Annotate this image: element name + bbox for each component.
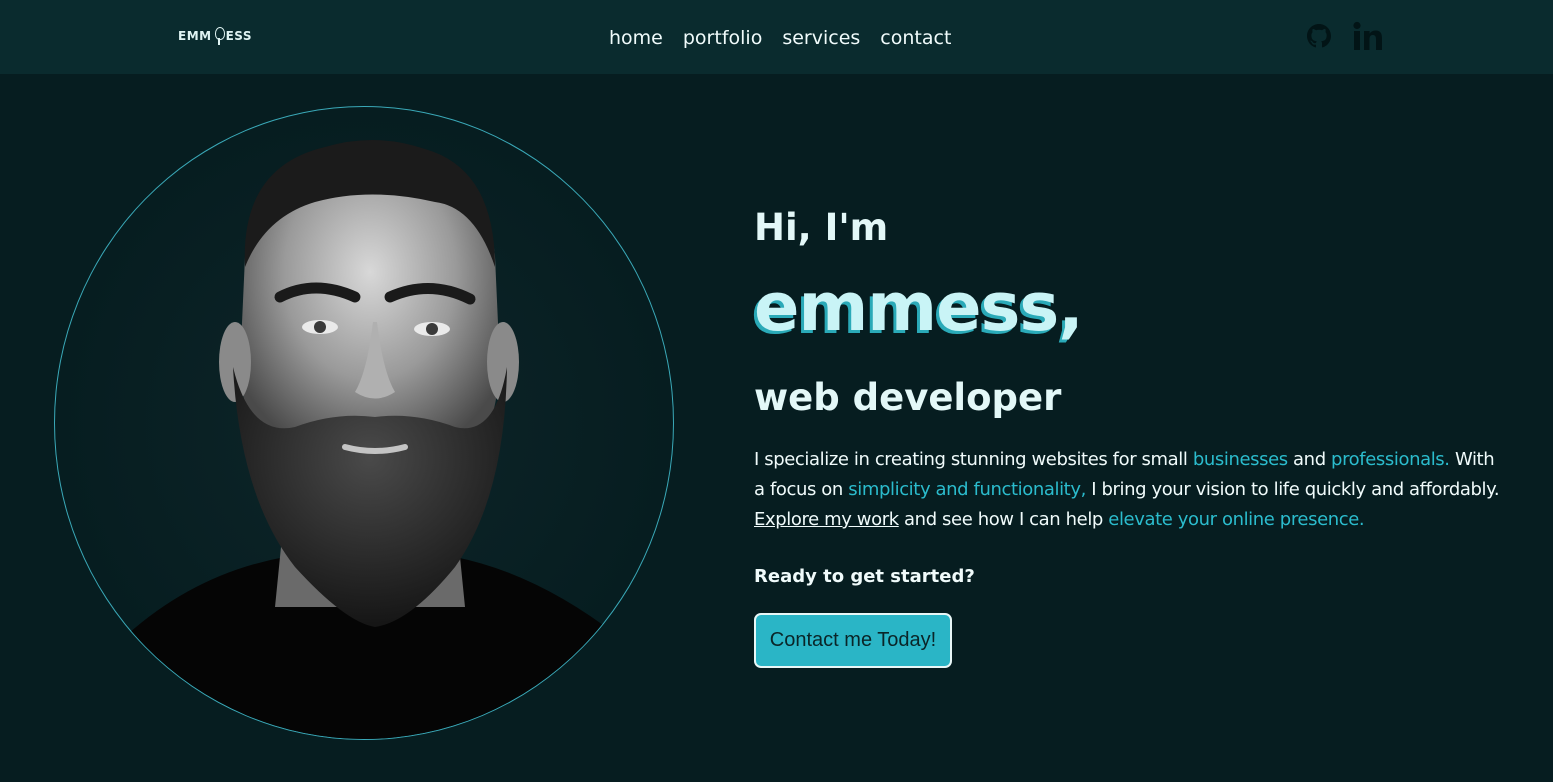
logo-text-left: EMM — [178, 29, 212, 43]
linkedin-icon[interactable] — [1352, 20, 1386, 52]
hero-greeting: Hi, I'm — [754, 206, 889, 249]
nav-services[interactable]: services — [782, 27, 860, 49]
intro-highlight: businesses — [1192, 449, 1288, 470]
github-icon[interactable] — [1306, 20, 1332, 52]
bulb-icon — [213, 27, 225, 45]
logo-text-right: ESS — [225, 29, 253, 43]
nav-home[interactable]: home — [609, 27, 663, 49]
contact-button[interactable]: Contact me Today! — [754, 613, 952, 668]
nav-portfolio[interactable]: portfolio — [683, 27, 762, 49]
site-logo[interactable]: EMM ESS — [178, 26, 252, 46]
site-header: EMM ESS home portfolio services contact — [0, 0, 1553, 74]
intro-text: I bring your vision to life quickly and … — [1085, 479, 1500, 500]
intro-text: and see how I can help — [898, 509, 1109, 530]
hero-name: emmess, — [754, 268, 1084, 346]
main-nav: home portfolio services contact — [609, 24, 951, 52]
nav-contact[interactable]: contact — [880, 27, 951, 49]
intro-highlight: simplicity and functionality, — [848, 479, 1086, 500]
intro-text: and — [1287, 449, 1332, 470]
intro-highlight: elevate your online presence. — [1108, 509, 1365, 530]
intro-text: I specialize in creating stunning websit… — [754, 449, 1193, 470]
explore-work-link[interactable]: Explore my work — [754, 509, 899, 530]
hero-intro: I specialize in creating stunning websit… — [754, 445, 1504, 535]
hero-role: web developer — [754, 376, 1062, 419]
intro-highlight: professionals. — [1331, 449, 1450, 470]
cta-prompt: Ready to get started? — [754, 566, 975, 587]
profile-photo — [54, 106, 674, 740]
portrait-illustration — [56, 139, 673, 739]
